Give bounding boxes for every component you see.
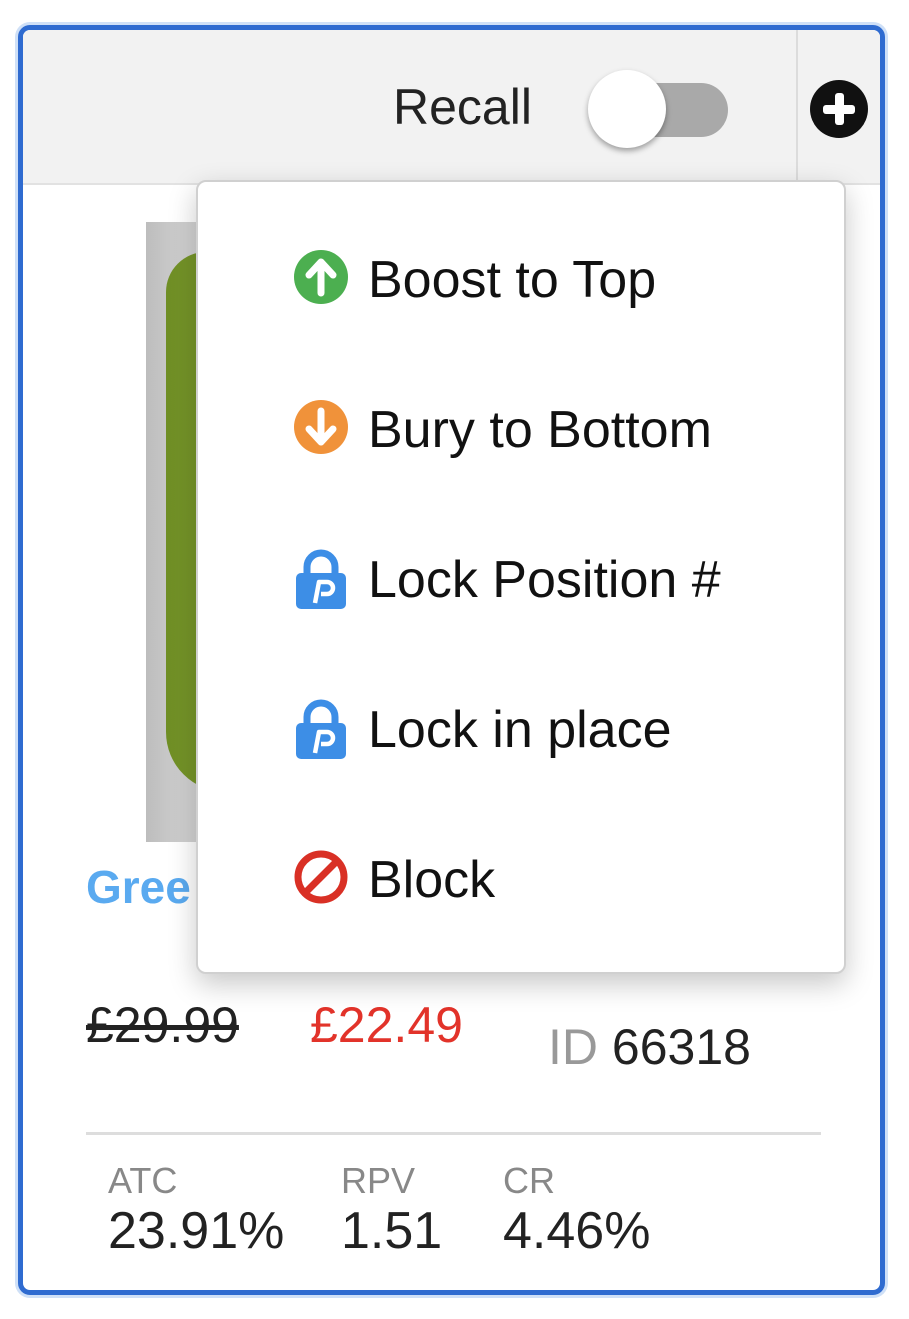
- menu-item-label: Bury to Bottom: [368, 401, 712, 459]
- menu-item-boost-to-top[interactable]: Boost to Top: [198, 228, 844, 328]
- product-id-value: 66318: [611, 1019, 751, 1075]
- padlock-p-icon: [293, 549, 349, 609]
- arrow-down-circle-icon: [293, 399, 349, 455]
- metric-label: ATC: [108, 1160, 178, 1201]
- metric-atc: ATC 23.91%: [108, 1160, 285, 1260]
- metric-cr: CR 4.46%: [503, 1160, 651, 1260]
- original-price: £29.99: [86, 997, 239, 1053]
- recall-label: Recall: [393, 79, 532, 135]
- product-id: ID 66318: [548, 1018, 751, 1076]
- product-title-link[interactable]: Gree: [86, 860, 191, 914]
- recall-toggle[interactable]: [588, 70, 733, 150]
- metric-label: CR: [503, 1160, 555, 1201]
- sale-price: £22.49: [310, 997, 463, 1053]
- padlock-p-icon: [293, 699, 349, 759]
- metric-rpv: RPV 1.51: [341, 1160, 443, 1260]
- menu-item-bury-to-bottom[interactable]: Bury to Bottom: [198, 378, 844, 478]
- menu-item-lock-in-place[interactable]: Lock in place: [198, 678, 844, 778]
- toggle-knob: [588, 70, 666, 148]
- toolbar-divider: [796, 30, 798, 185]
- menu-item-block[interactable]: Block: [198, 828, 844, 928]
- menu-item-label: Boost to Top: [368, 251, 657, 309]
- metric-value: 23.91%: [108, 1202, 285, 1260]
- menu-item-lock-position[interactable]: Lock Position #: [198, 528, 844, 628]
- arrow-up-circle-icon: [293, 249, 349, 305]
- menu-item-label: Block: [368, 851, 496, 909]
- metric-value: 4.46%: [503, 1202, 651, 1260]
- metrics-divider: [86, 1132, 821, 1135]
- metric-label: RPV: [341, 1160, 416, 1201]
- actions-dropdown-menu: Boost to Top Bury to Bottom Lock Positio…: [196, 180, 846, 974]
- block-icon: [293, 849, 349, 905]
- add-circle-icon[interactable]: [810, 80, 868, 138]
- metric-value: 1.51: [341, 1202, 443, 1260]
- product-id-label: ID: [548, 1019, 598, 1075]
- menu-item-label: Lock Position #: [368, 551, 721, 609]
- card-toolbar: Recall: [23, 30, 880, 185]
- menu-item-label: Lock in place: [368, 701, 672, 759]
